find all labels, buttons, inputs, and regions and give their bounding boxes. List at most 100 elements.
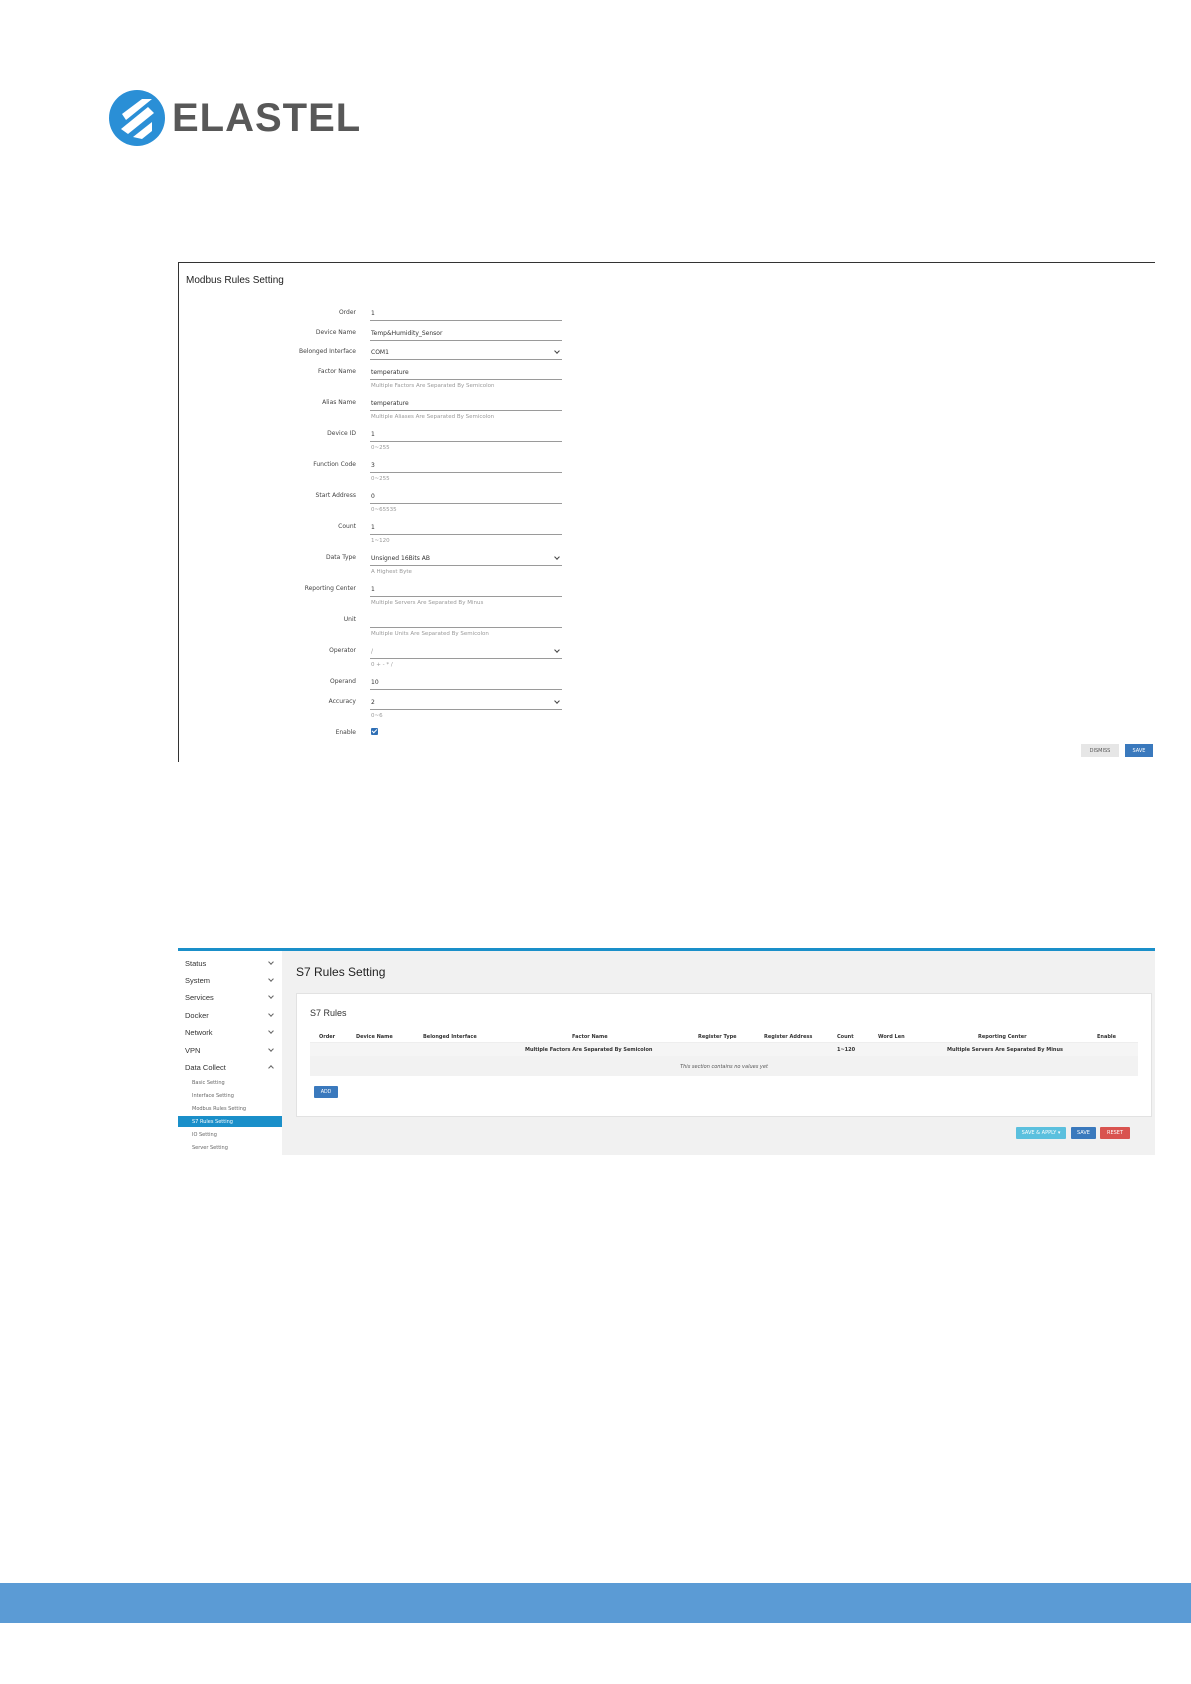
chevron-up-icon [268, 1065, 274, 1071]
modbus-rules-panel: Modbus Rules Setting Order 1 Device Name… [178, 262, 1155, 762]
column-header: Register Address [764, 1034, 813, 1040]
field-start-address: Start Address 0 0~65535 [179, 488, 1156, 513]
field-label: Enable [335, 729, 356, 736]
field-label: Belonged Interface [298, 348, 356, 355]
sidebar-item-network[interactable]: Network [185, 1028, 213, 1037]
field-label: Operand [330, 678, 356, 685]
subnav-basic-setting[interactable]: Basic Setting [178, 1077, 282, 1088]
field-label: Order [338, 309, 356, 316]
field-hint: 0~255 [371, 476, 390, 482]
operator-select[interactable]: / [370, 643, 562, 659]
factor-name-note: Multiple Factors Are Separated By Semico… [525, 1047, 653, 1053]
sidebar-item-docker[interactable]: Docker [185, 1011, 209, 1020]
field-reporting-center: Reporting Center 1 Multiple Servers Are … [179, 581, 1156, 606]
accuracy-select[interactable]: 2 [370, 694, 562, 710]
reporting-center-note: Multiple Servers Are Separated By Minus [947, 1047, 1064, 1053]
unit-input[interactable] [370, 612, 562, 628]
device-id-input[interactable]: 1 [370, 426, 562, 442]
subnav-io-setting[interactable]: IO Setting [178, 1129, 282, 1140]
field-device-id: Device ID 1 0~255 [179, 426, 1156, 451]
field-data-type: Data Type Unsigned 16Bits AB A Highest B… [179, 550, 1156, 575]
s7-rules-screen: Status System Services Docker Network VP… [178, 948, 1155, 1155]
chevron-down-icon [268, 1011, 274, 1017]
field-label: Function Code [313, 461, 356, 468]
footer-band [0, 1583, 1191, 1623]
column-header: Word Len [878, 1034, 905, 1040]
dismiss-button[interactable]: DISMISS [1081, 744, 1119, 757]
elastel-logo-icon [109, 90, 165, 146]
subnav-modbus-rules-setting[interactable]: Modbus Rules Setting [178, 1103, 282, 1114]
chevron-down-icon [268, 959, 274, 965]
field-count: Count 1 1~120 [179, 519, 1156, 544]
add-button[interactable]: ADD [314, 1086, 338, 1098]
field-label: Count [338, 523, 356, 530]
subnav-s7-rules-setting[interactable]: S7 Rules Setting [178, 1116, 282, 1127]
subnav-server-setting[interactable]: Server Setting [178, 1142, 282, 1153]
modbus-panel-title: Modbus Rules Setting [186, 275, 284, 286]
field-hint: 0~65535 [371, 507, 397, 513]
brand-name: ELASTEL [172, 95, 362, 140]
table-empty-message: This section contains no values yet [310, 1056, 1138, 1076]
sidebar-item-system[interactable]: System [185, 976, 210, 985]
field-label: Reporting Center [304, 585, 356, 592]
table-description-row: Multiple Factors Are Separated By Semico… [310, 1043, 1138, 1056]
reset-button[interactable]: RESET [1100, 1127, 1130, 1139]
field-hint: Multiple Units Are Separated By Semicolo… [371, 631, 489, 637]
page-title: S7 Rules Setting [296, 965, 386, 979]
field-hint: Multiple Servers Are Separated By Minus [371, 600, 484, 606]
field-device-name: Device Name Temp&Humidity_Sensor [179, 325, 1156, 345]
section-title: S7 Rules [310, 1008, 347, 1018]
field-label: Operator [329, 647, 356, 654]
field-label: Data Type [325, 554, 356, 561]
field-label: Start Address [315, 492, 356, 499]
s7-rules-card: S7 Rules Order Device Name Belonged Inte… [296, 993, 1152, 1117]
save-and-apply-button[interactable]: SAVE & APPLY ▾ [1016, 1127, 1066, 1139]
device-name-input[interactable]: Temp&Humidity_Sensor [370, 325, 562, 341]
function-code-input[interactable]: 3 [370, 457, 562, 473]
chevron-down-icon [268, 976, 274, 982]
field-accuracy: Accuracy 2 0~6 [179, 694, 1156, 719]
s7-main-content: S7 Rules Setting S7 Rules Order Device N… [282, 951, 1155, 1155]
count-note: 1~120 [837, 1047, 856, 1053]
sidebar-item-status[interactable]: Status [185, 959, 206, 968]
field-hint: 0~6 [371, 713, 383, 719]
column-header: Register Type [698, 1034, 737, 1040]
start-address-input[interactable]: 0 [370, 488, 562, 504]
field-enable: Enable [179, 725, 1156, 745]
field-function-code: Function Code 3 0~255 [179, 457, 1156, 482]
field-hint: 0 + - * / [371, 662, 393, 668]
column-header: Count [837, 1034, 854, 1040]
field-operand: Operand 10 [179, 674, 1156, 694]
column-header: Belonged Interface [423, 1034, 477, 1040]
alias-name-input[interactable]: temperature [370, 395, 562, 411]
subnav-interface-setting[interactable]: Interface Setting [178, 1090, 282, 1101]
column-header: Enable [1097, 1034, 1117, 1040]
order-input[interactable]: 1 [370, 305, 562, 321]
field-belonged-interface: Belonged Interface COM1 [179, 344, 1156, 364]
elastel-logo: ELASTEL [108, 88, 361, 148]
field-label: Device ID [327, 430, 356, 437]
count-input[interactable]: 1 [370, 519, 562, 535]
data-type-select[interactable]: Unsigned 16Bits AB [370, 550, 562, 566]
sidebar: Status System Services Docker Network VP… [178, 951, 282, 1155]
reporting-center-input[interactable]: 1 [370, 581, 562, 597]
sidebar-item-data-collect[interactable]: Data Collect [185, 1063, 226, 1072]
chevron-down-icon [268, 1028, 274, 1034]
chevron-down-icon [268, 993, 274, 999]
field-factor-name: Factor Name temperature Multiple Factors… [179, 364, 1156, 389]
field-label: Alias Name [322, 399, 356, 406]
save-button[interactable]: SAVE [1071, 1127, 1096, 1139]
table-header-row: Order Device Name Belonged Interface Fac… [310, 1030, 1138, 1043]
belonged-interface-select[interactable]: COM1 [370, 344, 562, 360]
field-operator: Operator / 0 + - * / [179, 643, 1156, 668]
field-order: Order 1 [179, 305, 1156, 325]
field-unit: Unit Multiple Units Are Separated By Sem… [179, 612, 1156, 637]
save-button[interactable]: SAVE [1125, 744, 1153, 757]
operand-input[interactable]: 10 [370, 674, 562, 690]
sidebar-item-vpn[interactable]: VPN [185, 1046, 200, 1055]
factor-name-input[interactable]: temperature [370, 364, 562, 380]
column-header: Reporting Center [978, 1034, 1027, 1040]
enable-checkbox[interactable] [371, 728, 378, 735]
field-hint: 0~255 [371, 445, 390, 451]
sidebar-item-services[interactable]: Services [185, 993, 214, 1002]
